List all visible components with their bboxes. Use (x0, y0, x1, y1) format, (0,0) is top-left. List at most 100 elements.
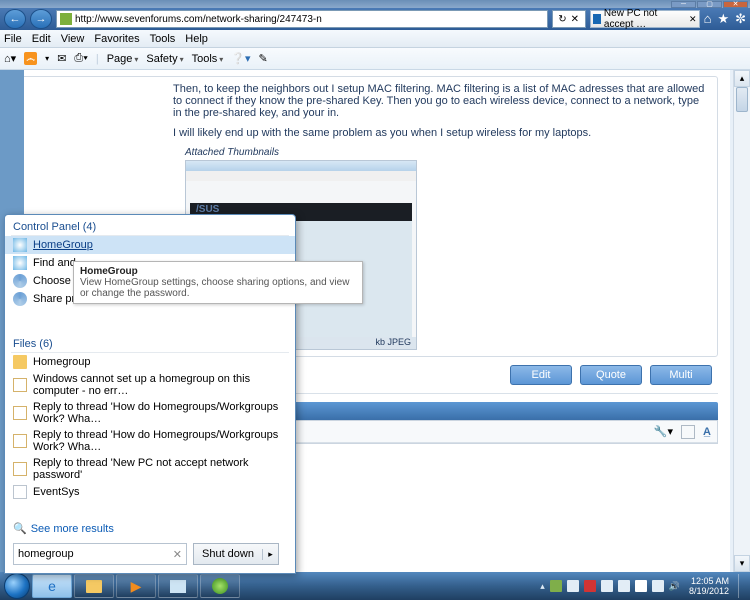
tools-icon[interactable]: ✼ (735, 11, 746, 27)
file-result[interactable]: Reply to thread 'New PC not accept netwo… (5, 455, 295, 483)
expand-icon[interactable] (681, 425, 695, 439)
homegroup-icon (13, 256, 27, 270)
maximize-button[interactable]: ▢ (697, 1, 722, 8)
result-homegroup[interactable]: HomeGroup (5, 236, 295, 254)
network-icon[interactable] (652, 580, 664, 592)
flag-icon[interactable] (635, 580, 647, 592)
post-paragraph: Then, to keep the neighbors out I setup … (173, 83, 707, 119)
url-text: http://www.sevenforums.com/network-shari… (75, 14, 322, 25)
switch-editor-icon[interactable]: A̲ (703, 426, 711, 438)
tray-icon[interactable] (601, 580, 613, 592)
menu-bar: File Edit View Favorites Tools Help (0, 30, 750, 48)
browser-tab[interactable]: New PC not accept … ✕ (590, 10, 700, 28)
edit-button[interactable]: Edit (510, 365, 572, 385)
taskbar-app[interactable] (200, 574, 240, 598)
ie-icon: e (48, 578, 56, 594)
tooltip-title: HomeGroup (80, 266, 138, 277)
folder-icon (86, 580, 102, 593)
tooltip-body: View HomeGroup settings, choose sharing … (80, 277, 349, 299)
file-result[interactable]: Reply to thread 'How do Homegroups/Workg… (5, 399, 295, 427)
wrench-icon[interactable]: 🔧▾ (654, 425, 673, 438)
control-panel-header: Control Panel (4) (5, 215, 295, 235)
show-desktop-button[interactable] (738, 574, 746, 598)
menu-tools[interactable]: Tools (150, 33, 176, 45)
forward-button[interactable]: → (30, 9, 52, 29)
tray-icon[interactable] (618, 580, 630, 592)
quote-button[interactable]: Quote (580, 365, 642, 385)
homegroup-icon (13, 238, 27, 252)
search-input[interactable]: homegroup ✕ (13, 543, 187, 565)
mail-icon (13, 406, 27, 420)
safety-menu[interactable]: Safety (146, 53, 183, 65)
favorites-icon[interactable]: ★ (717, 11, 729, 27)
file-result[interactable]: Windows cannot set up a homegroup on thi… (5, 371, 295, 399)
address-bar[interactable]: http://www.sevenforums.com/network-shari… (56, 10, 548, 28)
sep: | (96, 53, 99, 65)
refresh-stop[interactable]: ↻✕ (552, 10, 586, 28)
tab-favicon (593, 14, 601, 24)
taskbar: e ▶ ▴ 🔊 12:05 AM 8/19/2012 (0, 572, 750, 600)
tab-title: New PC not accept … (604, 8, 686, 30)
vertical-scrollbar[interactable]: ▴ ▾ (733, 70, 750, 572)
attachments-label: Attached Thumbnails (185, 147, 707, 158)
taskbar-ie[interactable]: e (32, 574, 72, 598)
wmp-icon: ▶ (131, 578, 142, 595)
menu-favorites[interactable]: Favorites (94, 33, 139, 45)
search-text: homegroup (18, 548, 74, 560)
taskbar-wmp[interactable]: ▶ (116, 574, 156, 598)
scroll-thumb[interactable] (736, 87, 748, 112)
tray-icon[interactable] (550, 580, 562, 592)
see-more-results[interactable]: 🔍See more results (13, 522, 114, 535)
scroll-down-arrow[interactable]: ▾ (734, 555, 750, 572)
shutdown-options-icon[interactable]: ▸ (262, 549, 278, 560)
menu-file[interactable]: File (4, 33, 22, 45)
mail-icon[interactable]: ✉ (57, 52, 66, 65)
browser-navbar: ← → http://www.sevenforums.com/network-s… (0, 8, 750, 30)
files-header: Files (6) (5, 332, 295, 352)
file-icon (13, 485, 27, 499)
taskbar-wmc[interactable] (158, 574, 198, 598)
tray-up-icon[interactable]: ▴ (540, 581, 545, 592)
help-icon[interactable]: ❔▾ (231, 52, 250, 65)
home-small-icon[interactable]: ⌂▾ (4, 52, 16, 65)
tray-icon[interactable] (584, 580, 596, 592)
rss-icon[interactable]: ෴ (24, 52, 37, 65)
page-menu[interactable]: Page (107, 53, 139, 65)
start-button[interactable] (4, 573, 30, 599)
volume-icon[interactable]: 🔊 (669, 581, 680, 592)
pen-icon[interactable]: ✎ (259, 52, 268, 65)
close-button[interactable]: ✕ (723, 1, 748, 8)
print-icon[interactable]: ⎙▾ (74, 52, 87, 65)
settings-icon (13, 274, 27, 288)
minimize-button[interactable]: ─ (671, 1, 696, 8)
file-result[interactable]: EventSys (5, 483, 295, 501)
system-tray: ▴ 🔊 12:05 AM 8/19/2012 (540, 574, 746, 598)
tools-menu[interactable]: Tools (192, 53, 224, 65)
clear-search-icon[interactable]: ✕ (173, 548, 182, 561)
command-bar: ⌂▾ ෴▾ ✉ ⎙▾ | Page Safety Tools ❔▾ ✎ (0, 48, 750, 70)
back-button[interactable]: ← (4, 9, 26, 29)
home-icon[interactable]: ⌂ (704, 11, 712, 27)
tray-icon[interactable] (567, 580, 579, 592)
file-result[interactable]: Homegroup (5, 353, 295, 371)
wmc-icon (170, 580, 186, 593)
scroll-up-arrow[interactable]: ▴ (734, 70, 750, 87)
clock[interactable]: 12:05 AM 8/19/2012 (689, 576, 729, 596)
mail-icon (13, 434, 27, 448)
site-icon (60, 13, 72, 25)
app-icon (212, 578, 228, 594)
taskbar-explorer[interactable] (74, 574, 114, 598)
search-icon: 🔍 (13, 522, 27, 535)
menu-edit[interactable]: Edit (32, 33, 51, 45)
tab-close-icon[interactable]: ✕ (689, 14, 697, 25)
post-paragraph: I will likely end up with the same probl… (173, 127, 707, 139)
tooltip: HomeGroup View HomeGroup settings, choos… (73, 261, 363, 304)
window-titlebar: ─ ▢ ✕ (0, 0, 750, 8)
multi-button[interactable]: Multi (650, 365, 712, 385)
menu-help[interactable]: Help (185, 33, 208, 45)
menu-view[interactable]: View (61, 33, 85, 45)
start-menu: Control Panel (4) HomeGroup Find and Cho… (4, 214, 296, 574)
file-result[interactable]: Reply to thread 'How do Homegroups/Workg… (5, 427, 295, 455)
folder-icon (13, 355, 27, 369)
shutdown-button[interactable]: Shut down ▸ (193, 543, 279, 565)
